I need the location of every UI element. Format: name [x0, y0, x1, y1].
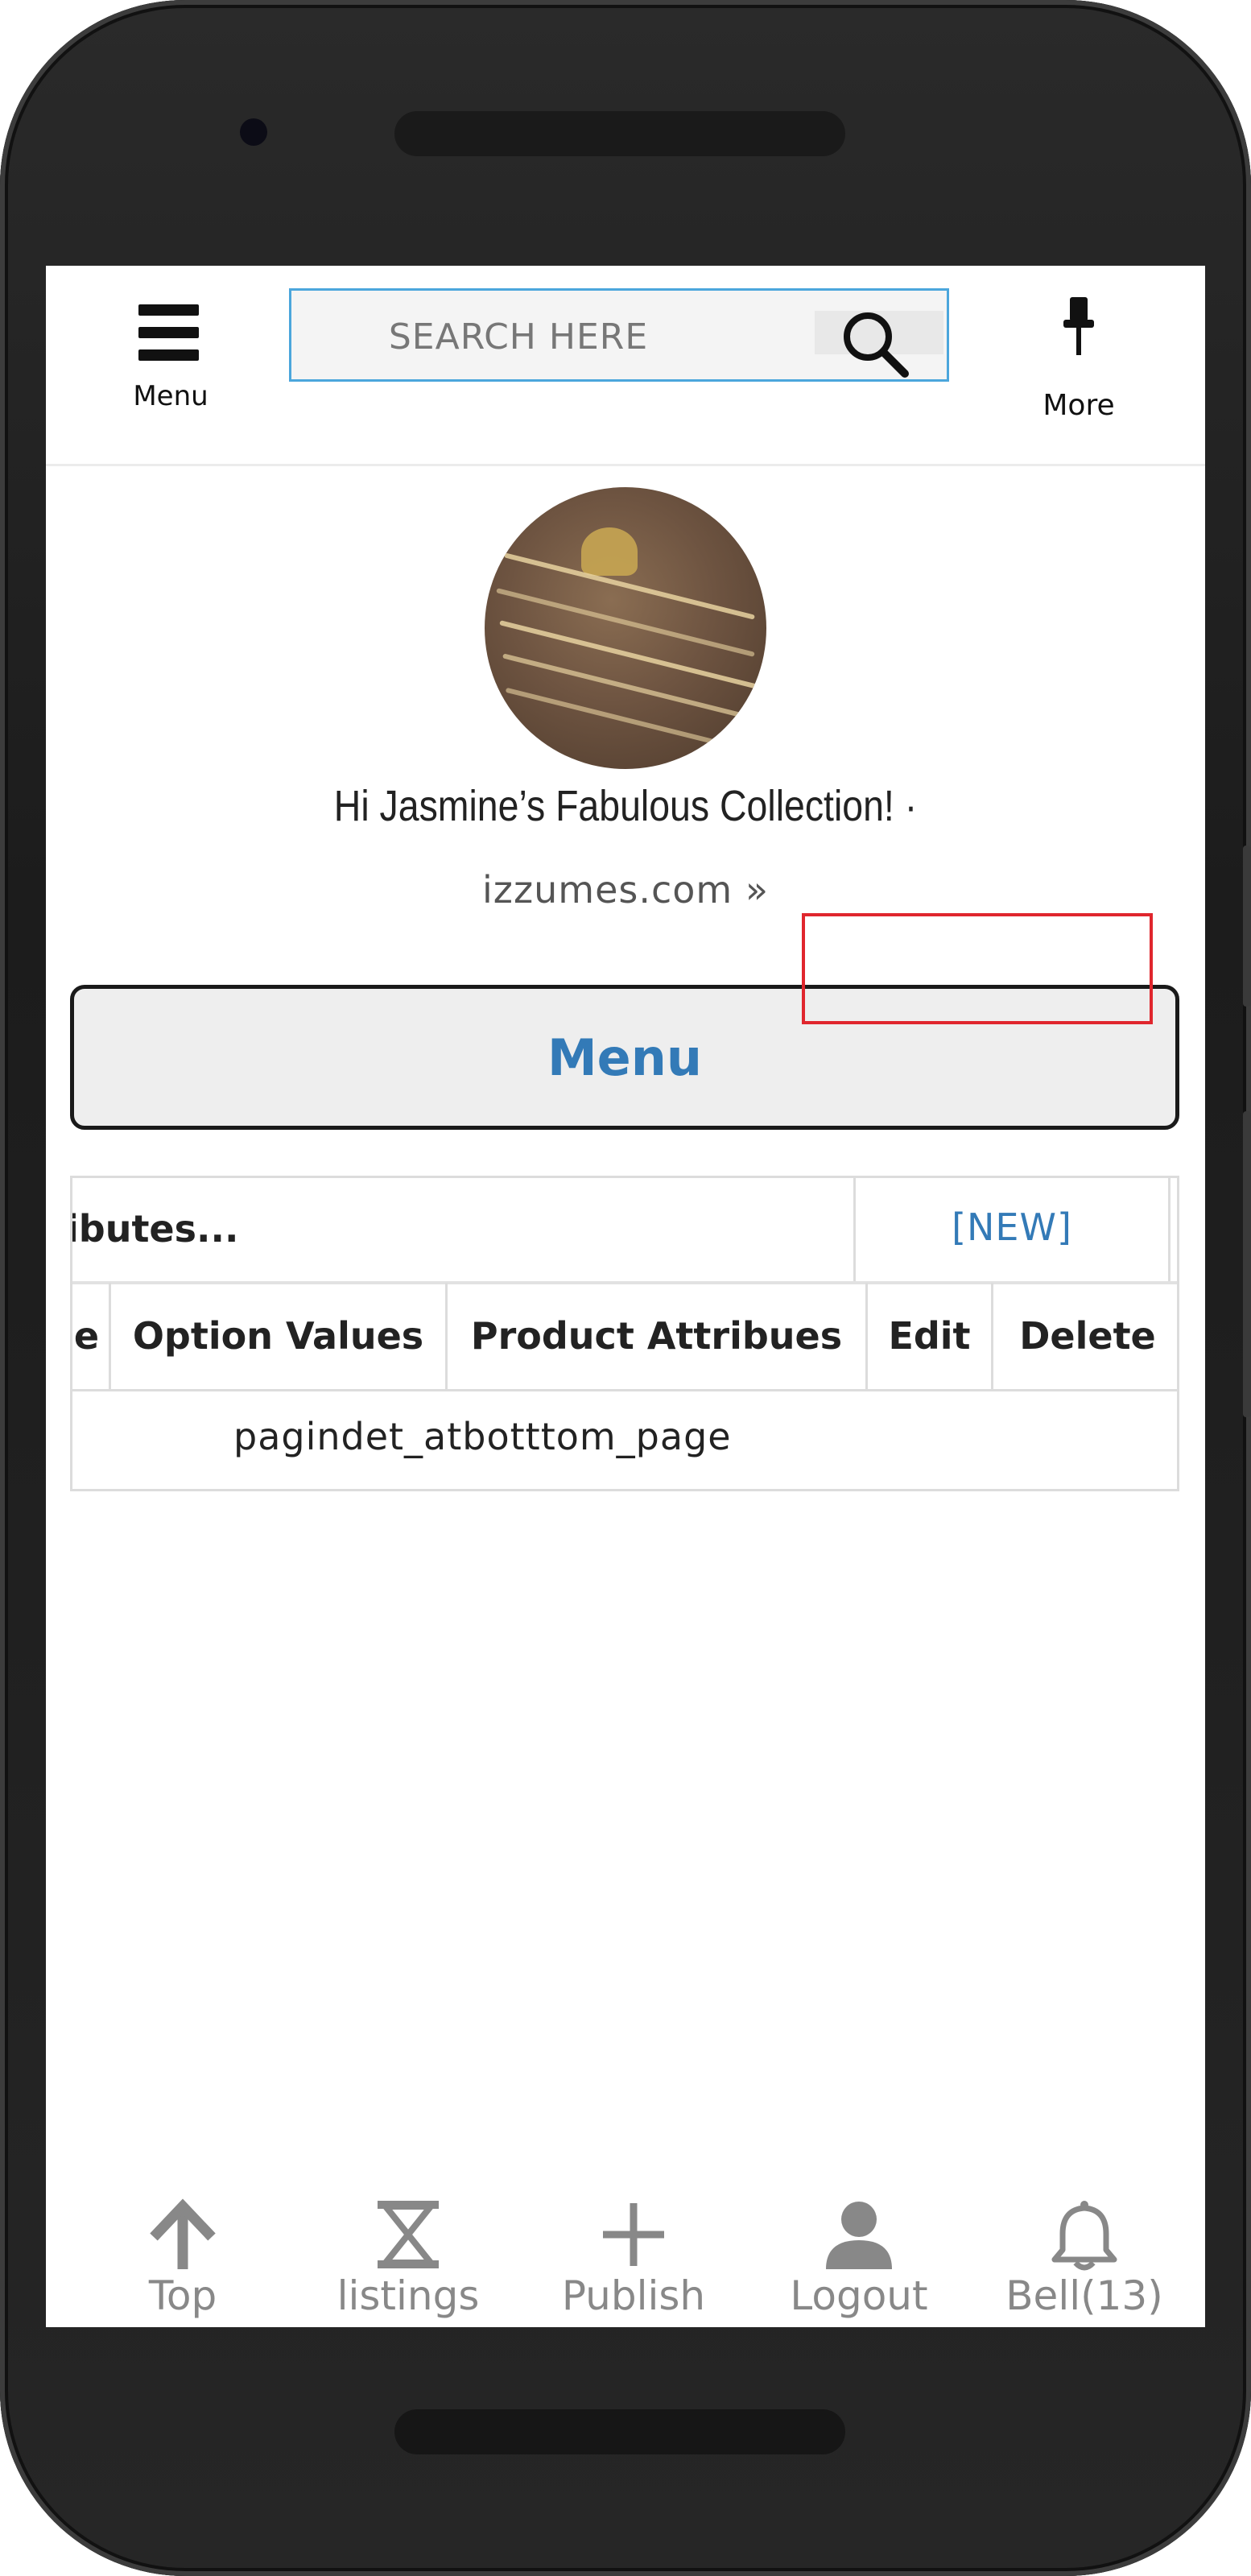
front-camera [240, 118, 267, 146]
attributes-table: ibutes... [NEW] e Option Values Product … [70, 1176, 1179, 1491]
side-button [1243, 846, 1251, 1007]
nav-bell-label: Bell(13) [1005, 2272, 1163, 2319]
table-title: ibutes... [70, 1207, 239, 1251]
column-header-edit: Edit [865, 1283, 991, 1389]
avatar[interactable] [485, 487, 766, 769]
table-row: pagindet_atbotttom_page [72, 1389, 1177, 1489]
site-link[interactable]: izzumes.com » [46, 868, 1205, 912]
nav-logout-label: Logout [790, 2272, 928, 2319]
bottom-nav: Top listings Publish Logout Bell(13) [46, 2190, 1205, 2327]
volume-button [1243, 1111, 1251, 1417]
greeting-text: Hi Jasmine’s Fabulous Collection! · [333, 782, 918, 830]
hourglass-icon [378, 2201, 439, 2268]
search-bar [289, 288, 949, 382]
app-screen: Menu More [46, 266, 1205, 2327]
app-header: Menu More [46, 266, 1205, 466]
nav-listings[interactable]: listings [312, 2190, 505, 2327]
earpiece-speaker [394, 111, 845, 156]
search-input[interactable] [308, 304, 729, 370]
nav-top[interactable]: Top [102, 2190, 263, 2327]
new-button[interactable]: [NEW] [856, 1205, 1168, 1249]
nav-publish[interactable]: Publish [537, 2190, 730, 2327]
new-cell: [NEW] [853, 1178, 1170, 1281]
more-button[interactable]: More [1026, 294, 1131, 422]
column-header-option-values: Option Values [109, 1283, 445, 1389]
table-cell: pagindet_atbotttom_page [233, 1415, 732, 1458]
plus-icon [603, 2203, 664, 2266]
column-header: e [73, 1314, 100, 1358]
column-header-product-attributes: Product Attribues [445, 1283, 865, 1389]
nav-listings-label: listings [336, 2272, 480, 2319]
arrow-up-icon [150, 2198, 216, 2269]
search-button[interactable] [815, 311, 943, 378]
user-icon [826, 2202, 892, 2269]
bell-icon [1051, 2201, 1117, 2271]
table-header-row: e Option Values Product Attribues Edit D… [72, 1283, 1177, 1391]
menu-button[interactable]: Menu [70, 985, 1179, 1130]
nav-bell[interactable]: Bell(13) [980, 2190, 1189, 2327]
search-icon [844, 312, 909, 378]
menu-toggle[interactable]: Menu [130, 290, 211, 412]
pin-icon [1063, 297, 1094, 355]
more-label: More [1042, 389, 1115, 422]
table-title-row: ibutes... [NEW] [70, 1178, 1177, 1284]
hamburger-icon [138, 304, 199, 361]
menu-toggle-label: Menu [133, 380, 208, 412]
nav-top-label: Top [148, 2272, 217, 2319]
column-header-delete: Delete [991, 1283, 1177, 1389]
phone-frame: Menu More [0, 0, 1251, 2576]
nav-publish-label: Publish [561, 2272, 706, 2319]
nav-logout[interactable]: Logout [754, 2190, 964, 2327]
bottom-speaker [394, 2409, 845, 2454]
